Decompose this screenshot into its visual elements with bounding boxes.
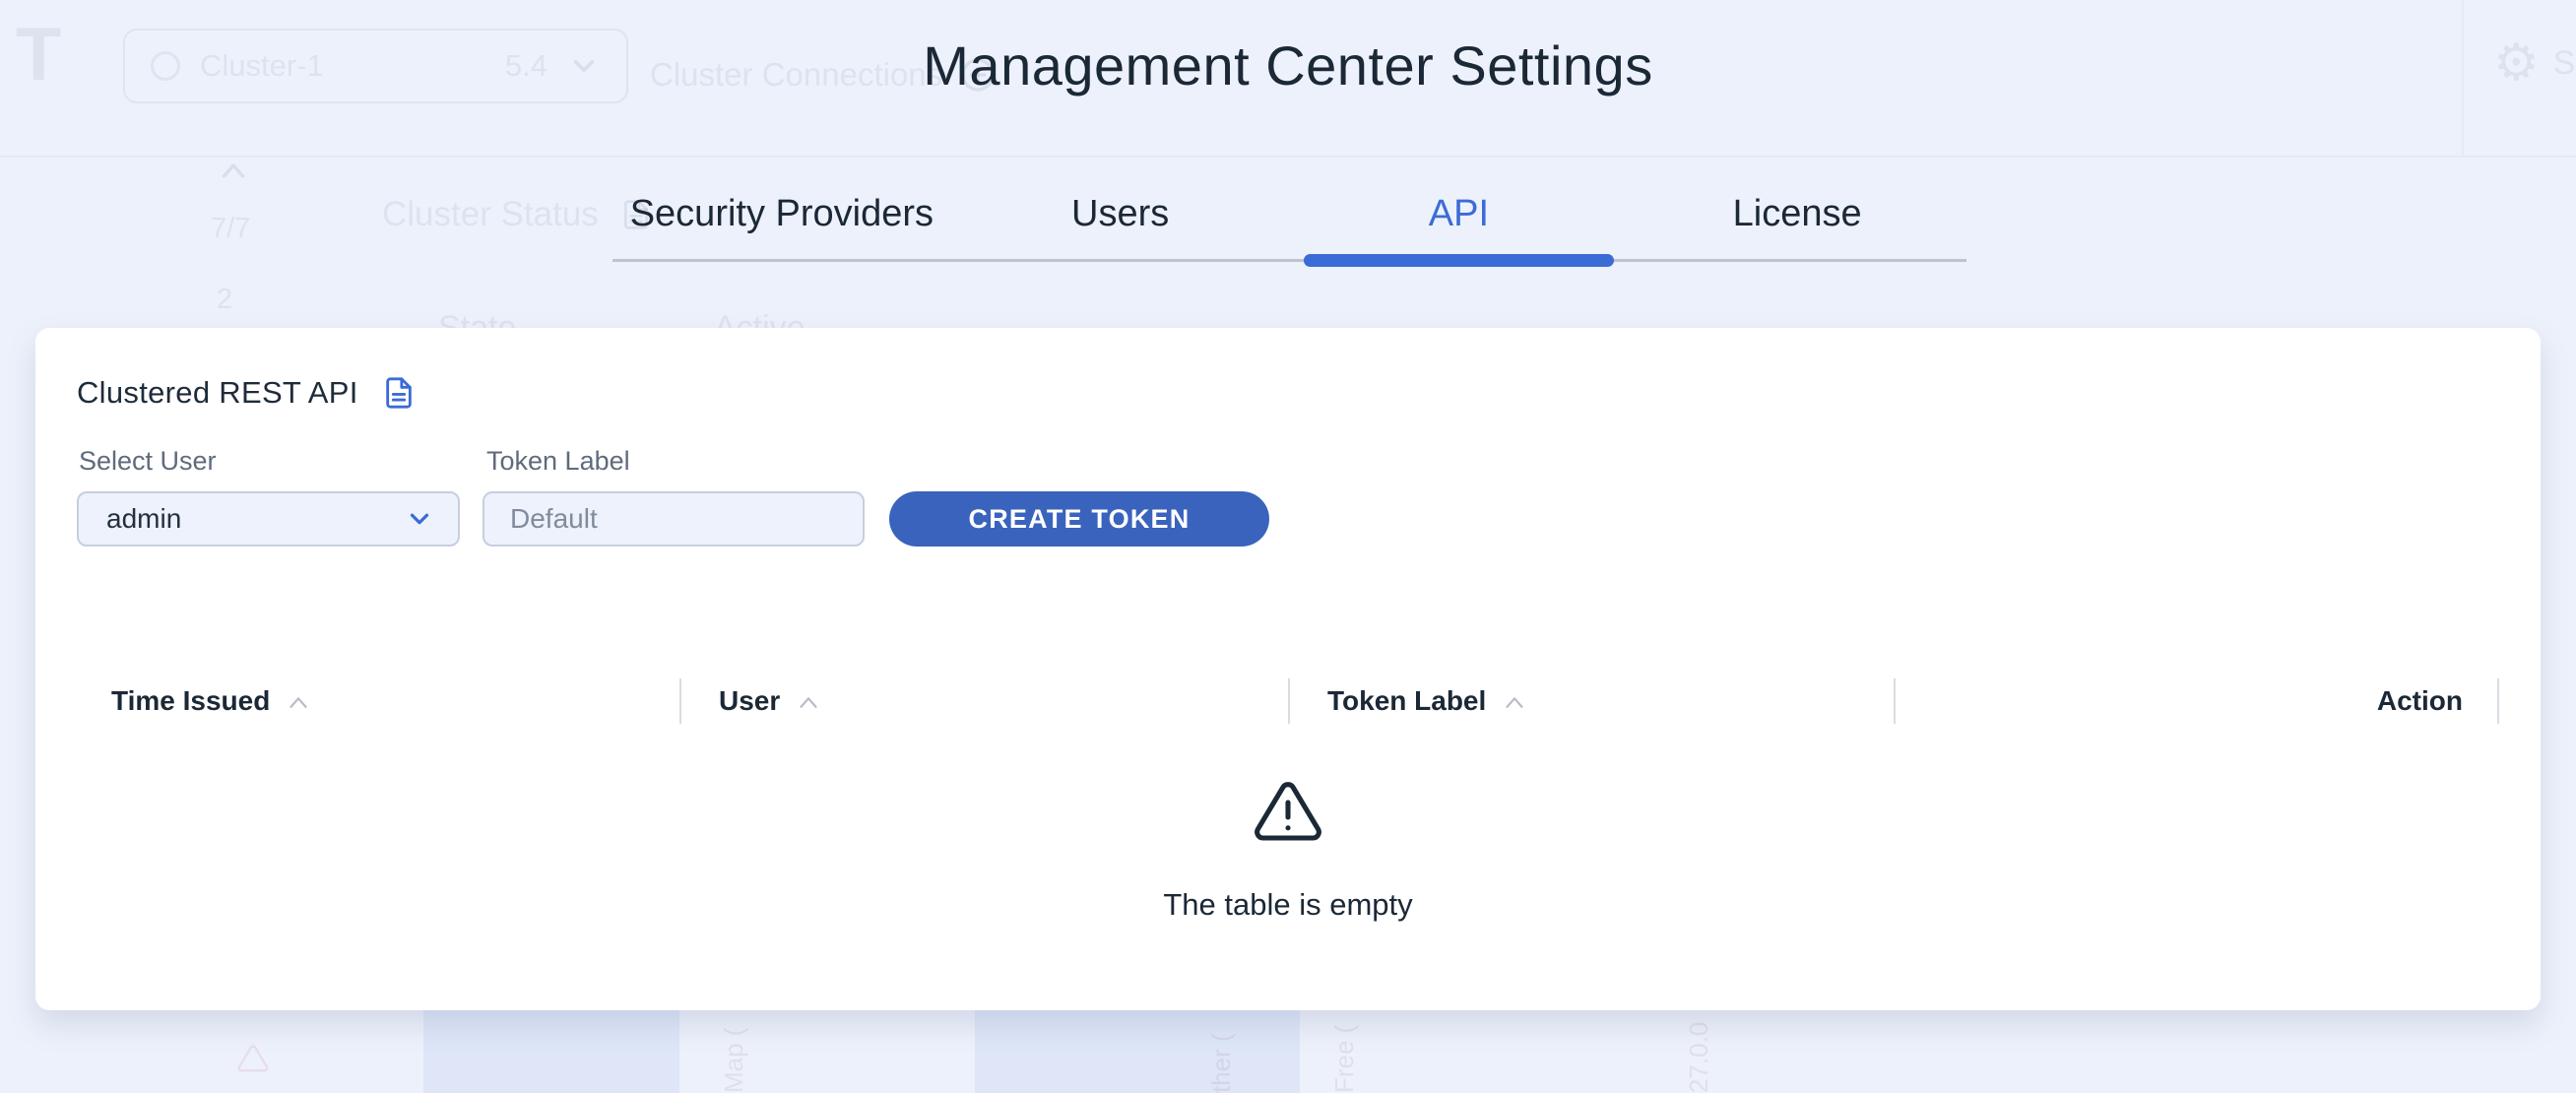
cluster-status-label: Cluster Status (382, 195, 599, 234)
tab-api[interactable]: API (1290, 193, 1629, 259)
select-user-label: Select User (79, 446, 217, 477)
docs-link-icon[interactable] (382, 373, 416, 413)
column-label: Time Issued (111, 685, 270, 717)
chevron-down-icon (405, 504, 434, 534)
settings-tab-bar: Security Providers Users API License (612, 193, 1966, 262)
panel-heading: Clustered REST API (77, 373, 416, 413)
column-header-user[interactable]: User (681, 678, 1290, 724)
token-table-header: Time Issued User Token Label Action (35, 678, 2499, 724)
background-header-divider (0, 156, 2576, 158)
table-empty-state: The table is empty (35, 779, 2541, 923)
background-axis-label: Map ( (719, 1014, 749, 1093)
background-warning-icon (236, 1044, 270, 1073)
warning-triangle-icon (1252, 779, 1324, 844)
page-title: Management Center Settings (0, 33, 2576, 97)
background-sort-up-icon (219, 160, 248, 179)
clients-count: 2 (217, 284, 232, 316)
background-chart-band (975, 1010, 1300, 1093)
panel-heading-label: Clustered REST API (77, 375, 358, 411)
column-header-action: Action (1896, 678, 2499, 724)
empty-table-message: The table is empty (1163, 887, 1412, 923)
tab-users[interactable]: Users (951, 193, 1290, 259)
column-label: Token Label (1327, 685, 1486, 717)
tab-license[interactable]: License (1628, 193, 1966, 259)
sort-up-icon (286, 694, 311, 709)
token-label-label: Token Label (486, 446, 630, 477)
user-select[interactable]: admin (77, 491, 460, 546)
column-label: User (719, 685, 780, 717)
api-settings-panel: Clustered REST API Select User Token Lab… (35, 328, 2541, 1010)
background-axis-label: ther ( (1206, 1014, 1237, 1093)
column-header-token-label[interactable]: Token Label (1290, 678, 1896, 724)
create-token-button[interactable]: CREATE TOKEN (889, 491, 1269, 546)
background-axis-label: Free ( (1329, 1014, 1360, 1093)
column-label: Action (2377, 685, 2463, 717)
token-label-placeholder: Default (510, 503, 598, 535)
sort-up-icon (796, 694, 821, 709)
user-select-value: admin (106, 503, 181, 535)
background-chart-band (423, 1010, 679, 1093)
cluster-status-heading: Cluster Status (382, 195, 652, 234)
background-axis-label: 27.0.0 (1684, 1014, 1714, 1093)
token-label-input[interactable]: Default (483, 491, 865, 546)
members-count: 7/7 (211, 213, 250, 245)
tab-security-providers[interactable]: Security Providers (612, 193, 951, 259)
sort-up-icon (1502, 694, 1527, 709)
column-header-time-issued[interactable]: Time Issued (35, 678, 681, 724)
